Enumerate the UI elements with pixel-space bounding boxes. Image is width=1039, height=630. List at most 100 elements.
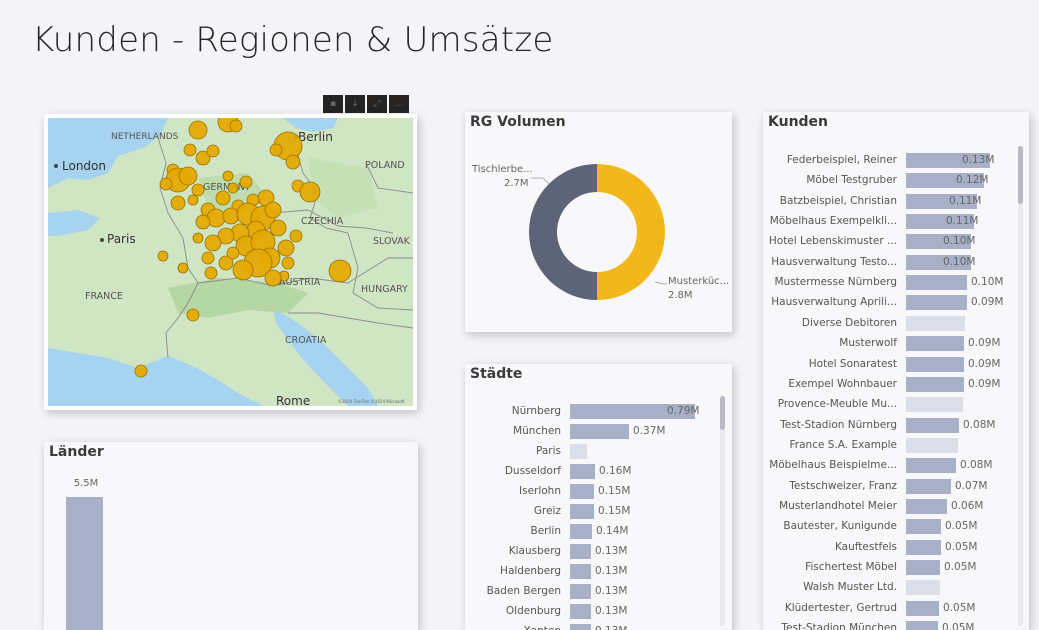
kunden-row[interactable]: Klüdertester, Gertrud 0.05M xyxy=(763,599,1029,619)
kunden-scroll-thumb[interactable] xyxy=(1018,146,1023,204)
laender-visual[interactable]: Länder 5.5M xyxy=(44,442,418,630)
kunden-row[interactable]: Hausverwaltung Aprili... 0.09M xyxy=(763,293,1029,313)
kunden-row-bar[interactable] xyxy=(906,600,939,616)
kunden-row-bar[interactable] xyxy=(906,498,947,514)
staedte-row[interactable]: Oldenburg 0.13M xyxy=(465,602,732,622)
kunden-row-bar[interactable] xyxy=(906,336,964,352)
kunden-row[interactable]: Batzbeispiel, Christian 0.11M xyxy=(763,192,1029,212)
staedte-row[interactable]: Xanten 0.13M xyxy=(465,622,732,630)
kunden-row-label: Provence-Meuble Mu... xyxy=(777,398,897,411)
map-visual[interactable]: NETHERLANDS Berlin London GERMANY POLAND… xyxy=(44,114,417,410)
kunden-row[interactable]: Fischertest Möbel 0.05M xyxy=(763,558,1029,578)
staedte-row[interactable]: Greiz 0.15M xyxy=(465,502,732,522)
kunden-scrollbar[interactable] xyxy=(1018,146,1023,626)
kunden-row-value: 0.11M xyxy=(949,194,982,207)
kunden-row[interactable]: Hotel Sonaratest 0.09M xyxy=(763,355,1029,375)
kunden-row-value: 0.05M xyxy=(945,520,978,533)
kunden-row[interactable]: Hausverwaltung Testo... 0.10M xyxy=(763,253,1029,273)
staedte-row-bar[interactable] xyxy=(570,564,591,579)
kunden-row[interactable]: Hotel Lebenskimuster ... 0.10M xyxy=(763,232,1029,252)
kunden-visual[interactable]: Kunden Federbeispiel, Reiner 0.13M Möbel T… xyxy=(763,112,1029,630)
filter-icon[interactable]: ▪ xyxy=(323,95,343,113)
donut-slice-musterkueche[interactable] xyxy=(597,164,665,300)
kunden-row-label: Exempel Wohnbauer xyxy=(788,377,897,390)
kunden-row[interactable]: France S.A. Example xyxy=(763,436,1029,456)
map-canvas[interactable]: NETHERLANDS Berlin London GERMANY POLAND… xyxy=(48,118,413,406)
kunden-row-value: 0.09M xyxy=(971,296,1004,309)
staedte-scrollbar[interactable] xyxy=(720,396,725,626)
donut-slice-tischlerbetrieb[interactable] xyxy=(529,164,597,300)
kunden-row-label: France S.A. Example xyxy=(789,438,897,451)
staedte-title: Städte xyxy=(470,366,523,382)
staedte-row[interactable]: Dusseldorf 0.16M xyxy=(465,462,732,482)
donut-value-tischlerbe: 2.7M xyxy=(504,178,529,189)
staedte-row-label: Baden Bergen xyxy=(486,585,561,597)
kunden-row[interactable]: Diverse Debitoren xyxy=(763,314,1029,334)
kunden-row[interactable]: Provence-Meuble Mu... xyxy=(763,395,1029,415)
kunden-row-bar[interactable] xyxy=(906,437,958,453)
kunden-row-bar[interactable] xyxy=(906,397,963,413)
kunden-row-label: Diverse Debitoren xyxy=(801,316,897,329)
kunden-row[interactable]: Test-Stadion Nürnberg 0.08M xyxy=(763,416,1029,436)
staedte-row-label: Greiz xyxy=(533,505,561,517)
map-label-czechia: CZECHIA xyxy=(301,216,344,227)
kunden-row-bar[interactable] xyxy=(906,417,959,433)
staedte-row-bar[interactable] xyxy=(570,624,591,630)
kunden-row-bar[interactable] xyxy=(906,539,941,555)
staedte-row[interactable]: Baden Bergen 0.13M xyxy=(465,582,732,602)
more-icon[interactable]: … xyxy=(389,95,409,113)
map-label-paris: Paris xyxy=(107,232,136,246)
kunden-row-bar[interactable] xyxy=(906,295,967,311)
kunden-row[interactable]: Test-Stadion München 0.05M xyxy=(763,619,1029,630)
kunden-row-bar[interactable] xyxy=(906,560,940,575)
kunden-row-value: 0.05M xyxy=(943,601,976,614)
kunden-row-bar[interactable] xyxy=(906,580,940,596)
kunden-row[interactable]: Federbeispiel, Reiner 0.13M xyxy=(763,151,1029,171)
kunden-row[interactable]: Möbelhaus Beispielme... 0.08M xyxy=(763,456,1029,476)
staedte-row-bar[interactable] xyxy=(570,584,591,599)
staedte-row-bar[interactable] xyxy=(570,484,594,499)
staedte-row[interactable]: Iserlohn 0.15M xyxy=(465,482,732,502)
staedte-row[interactable]: Nürnberg 0.79M xyxy=(465,402,732,422)
kunden-row[interactable]: Möbelhaus Exempelkli... 0.11M xyxy=(763,212,1029,232)
kunden-row[interactable]: Kauftestfels 0.05M xyxy=(763,538,1029,558)
kunden-row-bar[interactable] xyxy=(906,356,964,372)
kunden-row-bar[interactable] xyxy=(906,376,964,392)
staedte-row-value: 0.15M xyxy=(598,505,631,517)
kunden-row[interactable]: Mustermesse Nürnberg 0.10M xyxy=(763,273,1029,293)
kunden-row[interactable]: Möbel Testgruber 0.12M xyxy=(763,171,1029,191)
staedte-row[interactable]: Paris xyxy=(465,442,732,462)
staedte-row-bar[interactable] xyxy=(570,604,591,619)
staedte-row-bar[interactable] xyxy=(570,444,587,459)
kunden-row[interactable]: Testschweizer, Franz 0.07M xyxy=(763,477,1029,497)
kunden-row[interactable]: Bautester, Kunigunde 0.05M xyxy=(763,517,1029,537)
kunden-row-bar[interactable] xyxy=(906,478,951,494)
kunden-row[interactable]: Walsh Muster Ltd. xyxy=(763,578,1029,598)
kunden-row-bar[interactable] xyxy=(906,315,965,331)
rg-volumen-visual[interactable]: RG Volumen Tischlerbe... 2.7M Musterküc.… xyxy=(465,112,732,332)
staedte-row[interactable]: München 0.37M xyxy=(465,422,732,442)
kunden-row[interactable]: Musterlandhotel Meier 0.06M xyxy=(763,497,1029,517)
kunden-row[interactable]: Musterwolf 0.09M xyxy=(763,334,1029,354)
kunden-row-bar[interactable] xyxy=(906,275,967,291)
staedte-row[interactable]: Berlin 0.14M xyxy=(465,522,732,542)
kunden-row-bar[interactable] xyxy=(906,621,938,630)
kunden-row-value: 0.10M xyxy=(943,235,976,248)
staedte-scroll-thumb[interactable] xyxy=(720,396,725,430)
staedte-row[interactable]: Haldenberg 0.13M xyxy=(465,562,732,582)
staedte-row-bar[interactable] xyxy=(570,544,591,559)
expand-icon[interactable]: ⤢ xyxy=(367,95,387,113)
staedte-visual[interactable]: Städte Nürnberg 0.79M München 0.37M Paris Dus… xyxy=(465,364,732,630)
staedte-row-bar[interactable] xyxy=(570,424,629,439)
kunden-row[interactable]: Exempel Wohnbauer 0.09M xyxy=(763,375,1029,395)
staedte-row-bar[interactable] xyxy=(570,504,594,519)
staedte-row-value: 0.15M xyxy=(598,485,631,497)
drill-icon[interactable]: ↓ xyxy=(345,95,365,113)
kunden-row-bar[interactable] xyxy=(906,458,956,474)
staedte-row-bar[interactable] xyxy=(570,464,595,479)
staedte-row[interactable]: Klausberg 0.13M xyxy=(465,542,732,562)
staedte-row-bar[interactable] xyxy=(570,524,592,539)
kunden-row-bar[interactable] xyxy=(906,519,941,535)
laender-bar[interactable] xyxy=(66,497,103,630)
visual-header-toolbar: ▪ ↓ ⤢ … xyxy=(323,95,409,113)
